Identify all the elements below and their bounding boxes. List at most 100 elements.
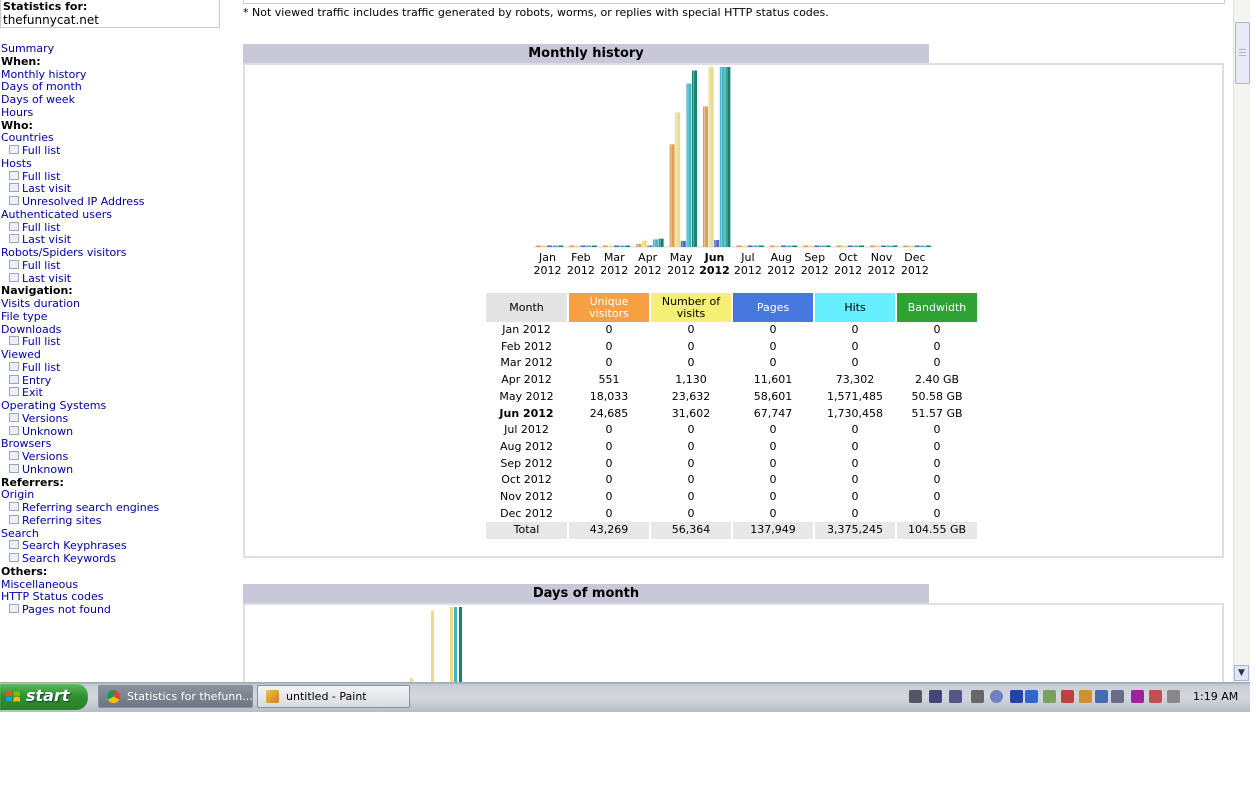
scroll-down-arrow-icon[interactable]: ▼ [1234,665,1249,681]
alert-icon[interactable] [1149,690,1162,703]
x-tick-month: Apr [638,251,658,264]
menu-label: Who: [1,118,33,132]
x-tick-year: 2012 [633,263,662,277]
month-cell: Sep 2012 [486,455,569,473]
misc-icon[interactable] [1167,690,1180,703]
table-row: Jan 2012 0 0 0 0 0 [486,322,979,339]
bar-unique-visitors [769,245,775,247]
monitor-icon[interactable] [929,690,942,703]
list-icon [9,259,19,269]
menu-label: Full list [22,258,61,272]
value-cell: 2.40 GB [897,372,979,389]
list-icon [9,387,19,397]
value-cell: 73,302 [815,372,897,389]
monthly-history-table: Month Unique visitors Number of visits Page… [486,293,979,540]
bar-highlight [726,67,728,247]
people-icon[interactable] [1079,690,1092,703]
value-cell: 1,730,458 [815,405,897,423]
help-icon[interactable] [949,690,962,703]
app-icon[interactable] [1131,690,1144,703]
speaker-icon[interactable] [1025,690,1038,703]
not-viewed-note: * Not viewed traffic includes traffic ge… [243,6,829,19]
bar-unique-visitors [569,245,575,247]
shield-icon[interactable] [1095,690,1108,703]
month-cell: Jul 2012 [486,422,569,439]
vertical-scrollbar[interactable]: ▼ [1233,0,1250,682]
list-icon [9,361,19,371]
menu-label: Unknown [22,424,74,438]
heart-icon[interactable] [1061,690,1074,703]
value-cell: 0 [569,505,651,523]
value-cell: 0 [897,422,979,439]
windows-flag-icon [6,691,20,703]
x-tick-year: 2012 [834,263,863,277]
x-tick-year: 2012 [667,263,696,277]
total-cell: 43,269 [569,522,651,540]
menu-label: Visits duration [1,297,80,310]
x-tick-month: Oct [838,251,858,264]
bar-highlight [676,112,678,248]
x-tick-year: 2012 [566,263,595,277]
bar-bandwidth [658,238,664,247]
list-icon [9,183,19,193]
chrome-icon [107,690,120,703]
menu-label: Monthly history [1,67,87,81]
value-cell: 0 [897,505,979,523]
tools-icon[interactable] [909,690,922,703]
value-cell: 0 [815,438,897,456]
site-name: thefunnycat.net [3,13,99,27]
value-cell: 0 [815,355,897,373]
x-tick-label: May 2012 [665,251,698,277]
task-button-chrome[interactable]: Statistics for thefunn... [98,685,253,708]
total-cell: 56,364 [651,522,733,540]
task-button-paint[interactable]: untitled - Paint [257,685,410,708]
bar-pages [614,245,619,247]
stats-for-label: Statistics for: [3,0,88,13]
value-cell: 0 [733,322,815,339]
back-icon[interactable] [990,690,1003,703]
network-icon[interactable] [971,690,984,703]
bar-highlight [693,70,695,247]
day-bar [450,607,453,682]
menu-label: Full list [22,220,61,234]
total-label: Total [486,522,569,540]
start-label: start [26,686,70,705]
menu-subitem-pages-not-found[interactable]: Pages not found [1,603,159,617]
menu-label: Entry [22,373,52,387]
menu-label: Origin [1,488,35,502]
bar-hits [686,83,692,247]
value-cell: 24,685 [569,405,651,423]
x-tick-year: 2012 [800,263,829,277]
menu-label: Miscellaneous [1,577,79,591]
x-tick-year: 2012 [867,263,896,277]
days-of-month-chart [410,607,462,682]
menu-label: Search [1,526,39,540]
menu-label: Full list [22,335,61,349]
scrollbar-thumb[interactable] [1235,22,1250,84]
value-cell: 0 [815,505,897,523]
bar-hits [920,245,926,247]
value-cell: 0 [897,472,979,490]
menu-label: Browsers [1,437,52,451]
list-icon [9,221,19,231]
month-cell: Oct 2012 [486,472,569,490]
bar-bandwidth [558,245,564,247]
column-header-pages: Pages [733,293,815,322]
value-cell: 0 [569,489,651,506]
x-tick-label: Jun 2012 [698,251,731,277]
start-button[interactable]: start [0,683,88,710]
value-cell: 0 [569,322,651,339]
x-tick-label: Jul 2012 [731,251,764,277]
bar-hits [586,245,592,247]
bar-highlight [681,240,683,247]
display-icon[interactable] [1111,690,1124,703]
value-cell: 0 [815,422,897,439]
battery-icon[interactable] [1010,690,1023,703]
bar-bandwidth [792,245,798,247]
menu-label: Versions [22,411,69,425]
column-header-hits: Hits [815,293,897,322]
bar-pages [647,245,653,247]
day-bar [454,607,457,682]
globe-icon[interactable] [1043,690,1056,703]
menu-label: Unresolved IP Address [22,195,145,208]
